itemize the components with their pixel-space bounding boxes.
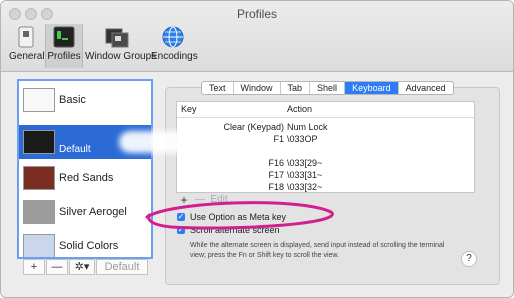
profile-thumbnail bbox=[23, 166, 55, 190]
titlebar: Profiles General Profiles Window Groups bbox=[1, 1, 513, 72]
toolbar-encodings[interactable]: Encodings bbox=[151, 24, 198, 68]
row-action: \033[29~ bbox=[287, 158, 323, 168]
toolbar-window-groups-label: Window Groups bbox=[85, 51, 157, 62]
table-row[interactable]: F1 \033OP bbox=[177, 134, 474, 146]
add-profile-button[interactable]: + bbox=[23, 259, 45, 275]
remove-profile-button[interactable]: — bbox=[46, 259, 68, 275]
column-header-key[interactable]: Key bbox=[181, 104, 197, 114]
toolbar-general[interactable]: General bbox=[9, 24, 45, 68]
row-key: F1 bbox=[273, 134, 284, 144]
row-action: \033OP bbox=[287, 134, 318, 144]
row-key: F18 bbox=[268, 182, 284, 192]
tab-shell[interactable]: Shell bbox=[310, 82, 346, 94]
profile-item-basic[interactable]: Basic bbox=[19, 83, 151, 117]
tab-window[interactable]: Window bbox=[234, 82, 281, 94]
profile-thumbnail bbox=[23, 200, 55, 224]
default-profile-button[interactable]: Default bbox=[96, 259, 148, 275]
window-title: Profiles bbox=[236, 7, 277, 21]
terminal-icon bbox=[53, 26, 75, 48]
profile-item-solid-colors[interactable]: Solid Colors bbox=[19, 229, 151, 257]
help-button[interactable]: ? bbox=[461, 251, 477, 267]
scroll-alternate-label[interactable]: Scroll alternate screen bbox=[190, 225, 280, 235]
toolbar-window-groups[interactable]: Window Groups bbox=[85, 24, 157, 68]
row-key: F17 bbox=[268, 170, 284, 180]
profiles-list[interactable]: Basic Default Red Sands Silver Aerogel S… bbox=[17, 79, 153, 259]
option-meta-label[interactable]: Use Option as Meta key bbox=[190, 212, 286, 222]
profile-thumbnail bbox=[23, 88, 55, 112]
remove-key-button[interactable]: — bbox=[193, 194, 207, 206]
row-key: Clear (Keypad) bbox=[223, 122, 284, 132]
table-row[interactable]: F17 \033[31~ bbox=[177, 170, 474, 182]
profiles-window: Profiles General Profiles Window Groups bbox=[0, 0, 514, 298]
toolbar-encodings-label: Encodings bbox=[151, 51, 198, 62]
profile-thumbnail bbox=[23, 234, 55, 257]
header-divider bbox=[177, 117, 474, 118]
tab-tab[interactable]: Tab bbox=[281, 82, 311, 94]
profile-name: Red Sands bbox=[59, 172, 114, 184]
column-header-action[interactable]: Action bbox=[287, 104, 312, 114]
globe-icon bbox=[162, 26, 184, 48]
row-key: F16 bbox=[268, 158, 284, 168]
white-smear-annotation bbox=[119, 131, 203, 153]
window-groups-icon bbox=[105, 28, 129, 48]
toolbar-profiles-label: Profiles bbox=[47, 51, 81, 62]
table-row[interactable] bbox=[177, 146, 474, 158]
add-key-button[interactable]: + bbox=[177, 194, 191, 206]
row-action: \033[32~ bbox=[287, 182, 323, 192]
settings-tabs: Text Window Tab Shell Keyboard Advanced bbox=[201, 81, 454, 95]
profile-name: Basic bbox=[59, 94, 86, 106]
tab-text[interactable]: Text bbox=[202, 82, 234, 94]
gear-menu-button[interactable]: ✲▾ bbox=[69, 259, 95, 275]
profile-item-red-sands[interactable]: Red Sands bbox=[19, 161, 151, 195]
scroll-alternate-checkbox[interactable]: ✓ bbox=[177, 226, 185, 234]
scroll-help-text: While the alternate screen is displayed,… bbox=[190, 242, 445, 259]
profile-item-silver-aerogel[interactable]: Silver Aerogel bbox=[19, 195, 151, 229]
row-action: Num Lock bbox=[287, 122, 328, 132]
toolbar-profiles[interactable]: Profiles bbox=[45, 24, 83, 68]
switch-icon bbox=[18, 26, 34, 48]
profile-name: Solid Colors bbox=[59, 240, 119, 252]
profile-name: Silver Aerogel bbox=[59, 206, 127, 218]
option-meta-checkbox[interactable]: ✓ bbox=[177, 213, 185, 221]
table-row[interactable]: F18 \033[32~ bbox=[177, 182, 474, 192]
table-row[interactable]: F16 \033[29~ bbox=[177, 158, 474, 170]
toolbar-general-label: General bbox=[9, 51, 45, 62]
key-mapping-table[interactable]: Key Action Clear (Keypad) Num Lock F1 \0… bbox=[176, 101, 475, 193]
row-action: \033[31~ bbox=[287, 170, 323, 180]
tab-keyboard[interactable]: Keyboard bbox=[345, 82, 399, 94]
profile-thumbnail bbox=[23, 130, 55, 154]
edit-key-button[interactable]: Edit bbox=[208, 194, 230, 206]
profile-name: Default bbox=[59, 144, 91, 155]
table-row[interactable]: Clear (Keypad) Num Lock bbox=[177, 122, 474, 134]
tab-advanced[interactable]: Advanced bbox=[399, 82, 453, 94]
